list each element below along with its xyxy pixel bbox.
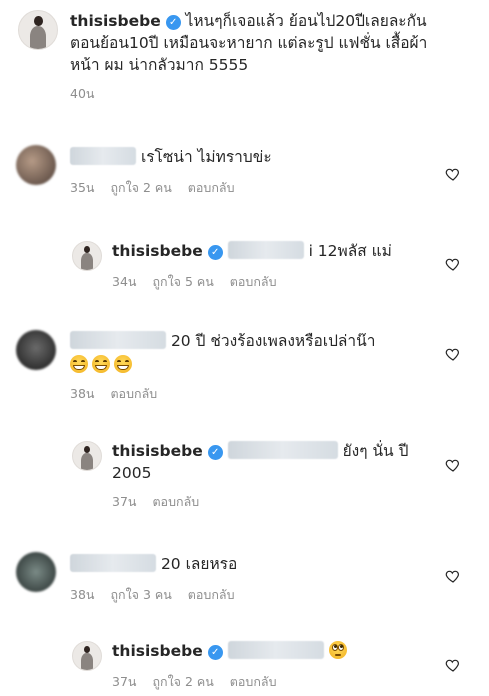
reply-username[interactable]: thisisbebe	[112, 242, 203, 260]
heart-outline-icon[interactable]	[445, 346, 461, 362]
caption-avatar[interactable]	[18, 10, 58, 50]
reply-text: i 12พลัส แม่	[308, 242, 392, 260]
verified-badge-icon: ✓	[207, 245, 223, 260]
comment-likes[interactable]: ถูกใจ 2 คน	[110, 180, 171, 195]
caption-block: thisisbebe ✓ ไหนๆก็เจอแล้ว ย้อนไป20ปีเลย…	[70, 10, 480, 104]
blurred-mention[interactable]	[227, 641, 324, 659]
grinning-squinting-face-icon	[70, 355, 88, 373]
reply-button[interactable]: ตอบกลับ	[110, 386, 157, 401]
reply-1: thisisbebe ✓ i 12พลัส แม่ 34น ถูกใจ 5 คน…	[112, 240, 432, 292]
commenter-avatar[interactable]	[16, 330, 56, 370]
reply-time: 34น	[112, 274, 137, 289]
commenter-avatar[interactable]	[16, 552, 56, 592]
caption-text-line1: ไหนๆก็เจอแล้ว ย้อนไป20ปีเลยละกัน	[185, 12, 427, 30]
reply-button[interactable]: ตอบกลับ	[230, 274, 277, 289]
reply-button[interactable]: ตอบกลับ	[188, 587, 235, 602]
reply-button[interactable]: ตอบกลับ	[152, 494, 199, 509]
comment-text: 20 ปี ช่วงร้องเพลงหรือเปล่าน๊า	[170, 332, 376, 350]
blurred-mention[interactable]	[227, 441, 338, 459]
reply-button[interactable]: ตอบกลับ	[188, 180, 235, 195]
reply-username[interactable]: thisisbebe	[112, 642, 203, 660]
comment-text: 20 เลยหรอ	[160, 555, 238, 573]
blurred-username[interactable]	[70, 331, 166, 349]
reply-avatar[interactable]	[72, 241, 102, 271]
comment-likes[interactable]: ถูกใจ 3 คน	[110, 587, 171, 602]
caption-time: 40น	[70, 86, 95, 101]
verified-badge-icon: ✓	[207, 645, 223, 660]
comment-time: 35น	[70, 180, 95, 195]
grinning-squinting-face-icon	[114, 355, 132, 373]
reply-time: 37น	[112, 674, 137, 689]
reply-3: thisisbebe ✓ 37น ถูกใจ 2 คน ตอบกลับ	[112, 640, 432, 692]
face-with-rolling-eyes-icon	[328, 641, 347, 659]
comment-time: 38น	[70, 587, 95, 602]
verified-badge-icon: ✓	[165, 15, 181, 30]
comment-time: 38น	[70, 386, 95, 401]
heart-outline-icon[interactable]	[445, 457, 461, 473]
heart-outline-icon[interactable]	[445, 166, 461, 182]
reply-2: thisisbebe ✓ ยังๆ นั่น ปี 2005 37น ตอบกล…	[112, 440, 432, 512]
reply-avatar[interactable]	[72, 441, 102, 471]
blurred-username[interactable]	[70, 554, 156, 572]
caption-text-line3: หน้า ผม น่ากลัวมาก 5555	[70, 56, 249, 74]
reply-time: 37น	[112, 494, 137, 509]
blurred-mention[interactable]	[227, 241, 304, 259]
reply-text: ยังๆ นั่น ปี	[342, 442, 409, 460]
grinning-squinting-face-icon	[92, 355, 110, 373]
comment-2: 20 ปี ช่วงร้องเพลงหรือเปล่าน๊า 38น ตอบกล…	[70, 330, 440, 404]
heart-outline-icon[interactable]	[445, 568, 461, 584]
comment-1: เรโซน่า ไม่ทราบข่ะ 35น ถูกใจ 2 คน ตอบกลั…	[70, 146, 440, 198]
reply-button[interactable]: ตอบกลับ	[230, 674, 277, 689]
reply-likes[interactable]: ถูกใจ 2 คน	[152, 674, 213, 689]
blurred-username[interactable]	[70, 147, 136, 165]
caption-username[interactable]: thisisbebe	[70, 12, 161, 30]
heart-outline-icon[interactable]	[445, 256, 461, 272]
reply-likes[interactable]: ถูกใจ 5 คน	[152, 274, 213, 289]
verified-badge-icon: ✓	[207, 445, 223, 460]
comment-text: เรโซน่า ไม่ทราบข่ะ	[140, 148, 272, 166]
caption-text-line2: ตอนย้อน10ปี เหมือนจะหายาก แต่ละรูป แฟชั่…	[70, 34, 428, 52]
reply-avatar[interactable]	[72, 641, 102, 671]
comment-3: 20 เลยหรอ 38น ถูกใจ 3 คน ตอบกลับ	[70, 553, 440, 605]
commenter-avatar[interactable]	[16, 145, 56, 185]
reply-text-line2: 2005	[112, 464, 152, 482]
reply-username[interactable]: thisisbebe	[112, 442, 203, 460]
heart-outline-icon[interactable]	[445, 657, 461, 673]
